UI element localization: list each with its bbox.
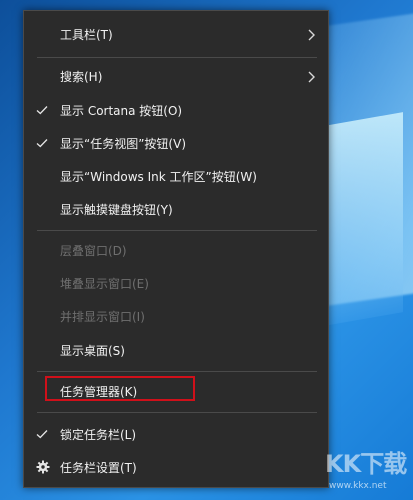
watermark-logo: KK下载 <box>325 450 407 478</box>
gear-icon <box>36 460 50 474</box>
menu-item-label: 搜索(H) <box>60 70 103 84</box>
menu-item-label: 显示 Cortana 按钮(O) <box>60 104 183 118</box>
watermark: KK下载 www.kkx.net <box>325 447 411 494</box>
menu-item-lock-taskbar[interactable]: 锁定任务栏(L) <box>24 419 328 451</box>
taskbar-context-menu: 工具栏(T) 搜索(H) 显示 Cortana 按钮(O) 显示“任务视图”按钮… <box>23 10 329 488</box>
menu-item-show-task-view[interactable]: 显示“任务视图”按钮(V) <box>24 128 328 160</box>
menu-item-label: 堆叠显示窗口(E) <box>60 277 149 291</box>
menu-separator <box>37 371 317 372</box>
menu-item-label: 显示桌面(S) <box>60 344 125 358</box>
menu-item-label: 显示触摸键盘按钮(Y) <box>60 203 173 217</box>
menu-item-stacked-windows: 堆叠显示窗口(E) <box>24 268 328 300</box>
watermark-url: www.kkx.net <box>329 481 387 491</box>
menu-item-label: 锁定任务栏(L) <box>60 428 137 442</box>
menu-item-show-touch-keyboard[interactable]: 显示触摸键盘按钮(Y) <box>24 194 328 226</box>
menu-item-label: 层叠窗口(D) <box>60 244 127 258</box>
menu-item-search[interactable]: 搜索(H) <box>24 61 328 93</box>
menu-item-taskbar-settings[interactable]: 任务栏设置(T) <box>24 452 328 484</box>
menu-item-label: 显示“Windows Ink 工作区”按钮(W) <box>60 170 257 184</box>
menu-item-label: 任务栏设置(T) <box>60 461 137 475</box>
checkmark-icon <box>36 139 48 148</box>
menu-item-side-by-side-windows: 并排显示窗口(I) <box>24 301 328 333</box>
menu-item-label: 显示“任务视图”按钮(V) <box>60 137 187 151</box>
chevron-right-icon <box>308 71 315 83</box>
menu-item-label: 工具栏(T) <box>60 28 113 42</box>
chevron-right-icon <box>308 29 315 41</box>
menu-item-show-cortana[interactable]: 显示 Cortana 按钮(O) <box>24 95 328 127</box>
menu-item-label: 并排显示窗口(I) <box>60 310 145 324</box>
menu-item-show-windows-ink[interactable]: 显示“Windows Ink 工作区”按钮(W) <box>24 161 328 193</box>
menu-separator <box>37 57 317 58</box>
checkmark-icon <box>36 106 48 115</box>
menu-separator <box>37 230 317 231</box>
menu-item-toolbars[interactable]: 工具栏(T) <box>24 19 328 51</box>
menu-item-show-desktop[interactable]: 显示桌面(S) <box>24 335 328 367</box>
checkmark-icon <box>36 430 48 439</box>
menu-separator <box>37 412 317 413</box>
menu-item-cascade-windows: 层叠窗口(D) <box>24 235 328 267</box>
highlight-box <box>45 376 195 401</box>
